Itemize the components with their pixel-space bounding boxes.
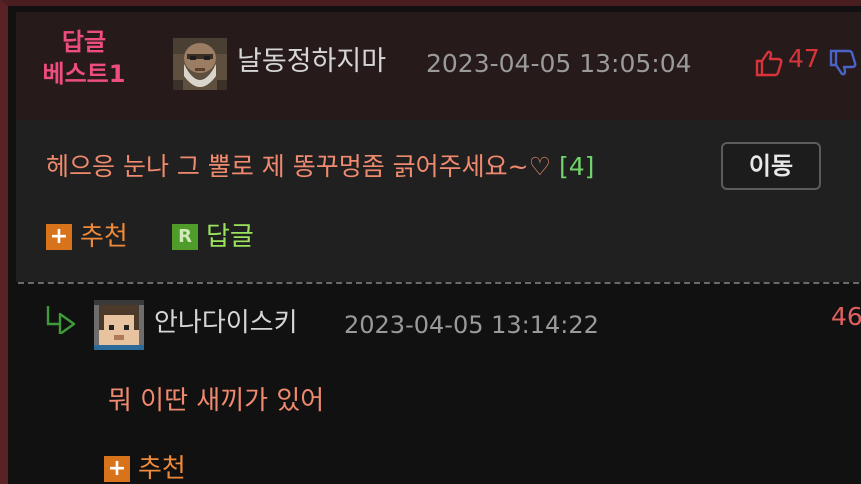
author-nickname[interactable]: 안나다이스키 bbox=[154, 306, 298, 340]
thumbs-down-icon[interactable] bbox=[828, 48, 858, 78]
best-reply-header: 답글 베스트1 날동정하지마 2023-04-05 13:05:04 47 bbox=[16, 12, 861, 120]
reply-r-icon: R bbox=[172, 224, 198, 250]
recommend-button[interactable]: + 추천 bbox=[46, 220, 128, 254]
comment-timestamp: 2023-04-05 13:05:04 bbox=[426, 49, 692, 78]
best-badge-line2: 베스트1 bbox=[42, 60, 126, 88]
plus-icon: + bbox=[104, 456, 130, 482]
move-button[interactable]: 이동 bbox=[721, 142, 821, 190]
comment-text: 헤으응 눈나 그 뿔로 제 똥꾸멍좀 긁어주세요~♡ [4] bbox=[46, 150, 594, 184]
reply-label: 답글 bbox=[206, 222, 254, 252]
upvote-count: 47 bbox=[788, 44, 820, 73]
author-nickname[interactable]: 날동정하지마 bbox=[237, 45, 386, 79]
avatar[interactable] bbox=[94, 300, 144, 350]
reply-count[interactable]: [4] bbox=[559, 152, 594, 181]
recommend-label: 추천 bbox=[80, 222, 128, 252]
comment-timestamp: 2023-04-05 13:14:22 bbox=[344, 311, 599, 339]
pixel-face-avatar-icon bbox=[94, 300, 144, 350]
best-reply-badge: 답글 베스트1 bbox=[36, 26, 132, 90]
bearded-man-avatar-icon bbox=[173, 38, 227, 90]
reply-arrow-icon bbox=[46, 306, 76, 334]
best-reply-body: 헤으응 눈나 그 뿔로 제 똥꾸멍좀 긁어주세요~♡ [4] 이동 + 추천 R… bbox=[16, 120, 861, 282]
nested-reply: 안나다이스키 2023-04-05 13:14:22 46 뭐 이딴 새끼가 있… bbox=[16, 284, 861, 484]
comment-body: 헤으응 눈나 그 뿔로 제 똥꾸멍좀 긁어주세요~♡ bbox=[46, 152, 552, 181]
plus-icon: + bbox=[46, 224, 72, 250]
reply-button[interactable]: R 답글 bbox=[172, 220, 254, 254]
avatar[interactable] bbox=[173, 38, 227, 90]
best-badge-line1: 답글 bbox=[61, 28, 107, 56]
comment-thread: 답글 베스트1 날동정하지마 2023-04-05 13:05:04 47 헤으… bbox=[0, 0, 861, 484]
recommend-label: 추천 bbox=[138, 454, 186, 484]
comment-body: 뭐 이딴 새끼가 있어 bbox=[108, 386, 325, 416]
recommend-button[interactable]: + 추천 bbox=[104, 452, 186, 484]
upvote-count: 46 bbox=[831, 302, 861, 331]
thumbs-up-icon[interactable] bbox=[754, 48, 784, 78]
